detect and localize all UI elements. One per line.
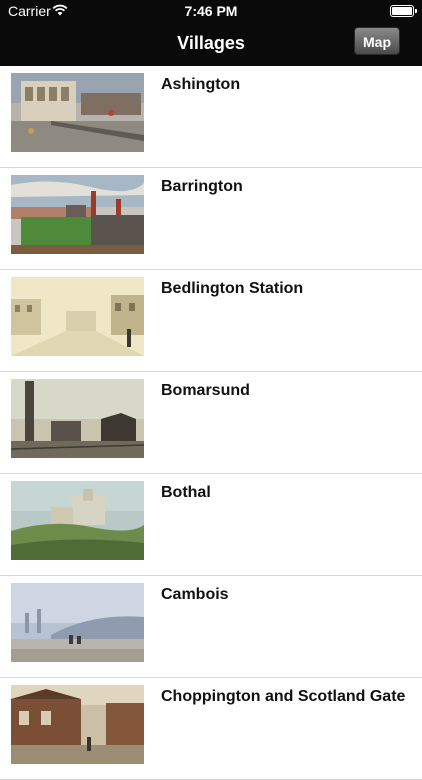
village-row-bomarsund[interactable]: Bomarsund — [0, 372, 422, 474]
village-name: Choppington and Scotland Gate — [161, 688, 406, 705]
bomarsund-thumbnail — [11, 379, 144, 458]
bedlington-station-thumbnail — [11, 277, 144, 356]
village-row-bothal[interactable]: Bothal — [0, 474, 422, 576]
status-bar: Carrier 7:46 PM — [0, 0, 422, 22]
village-row-bedlington-station[interactable]: Bedlington Station — [0, 270, 422, 372]
village-name: Barrington — [161, 178, 243, 195]
village-name: Bomarsund — [161, 382, 250, 399]
village-name: Bothal — [161, 484, 211, 501]
village-row-choppington[interactable]: Choppington and Scotland Gate — [0, 678, 422, 780]
bothal-thumbnail — [11, 481, 144, 560]
villages-list: Ashington Barrington Bedlington Station … — [0, 66, 422, 780]
village-name: Bedlington Station — [161, 280, 304, 297]
village-row-ashington[interactable]: Ashington — [0, 66, 422, 168]
barrington-thumbnail — [11, 175, 144, 254]
map-button[interactable]: Map — [354, 27, 400, 55]
ashington-thumbnail — [11, 73, 144, 152]
battery-icon — [390, 5, 417, 17]
choppington-thumbnail — [11, 685, 144, 764]
clock: 7:46 PM — [184, 3, 238, 19]
village-name: Ashington — [161, 76, 241, 93]
cambois-thumbnail — [11, 583, 144, 662]
village-row-barrington[interactable]: Barrington — [0, 168, 422, 270]
navigation-bar: Villages Map — [0, 22, 422, 66]
village-row-cambois[interactable]: Cambois — [0, 576, 422, 678]
village-name: Cambois — [161, 586, 229, 603]
